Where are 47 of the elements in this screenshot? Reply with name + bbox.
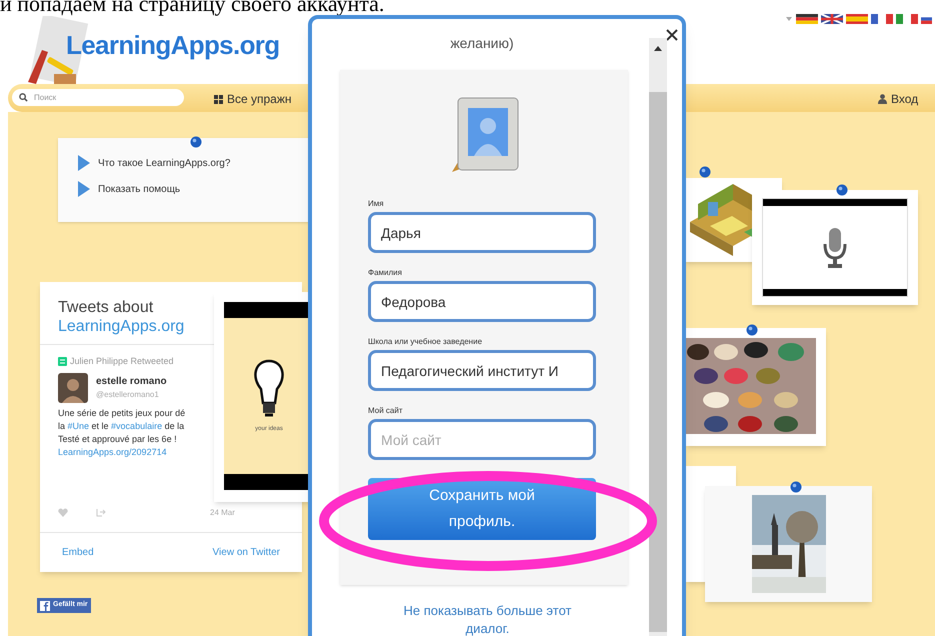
tweet-date: 24 Mar bbox=[210, 506, 235, 518]
dismiss-link[interactable]: Не показывать больше этот диалог. bbox=[380, 602, 595, 636]
retweet-icon bbox=[58, 357, 67, 366]
nav-item[interactable]: Все упражн bbox=[227, 90, 292, 108]
triangle-icon bbox=[78, 155, 90, 171]
microphone-icon bbox=[823, 228, 847, 268]
text-field[interactable]: Федорова bbox=[368, 281, 596, 322]
close-icon[interactable] bbox=[666, 29, 678, 41]
language-flags[interactable] bbox=[786, 14, 932, 24]
field-label: Фамилия bbox=[368, 267, 403, 279]
pin-icon bbox=[836, 184, 848, 196]
text-field[interactable]: Педагогический институт И bbox=[368, 350, 596, 391]
user-icon bbox=[878, 94, 887, 104]
triangle-icon bbox=[78, 181, 90, 197]
help-link[interactable]: Что такое LearningApps.org? bbox=[98, 156, 230, 170]
field-label: Школа или учебное заведение bbox=[368, 336, 484, 348]
search-icon bbox=[19, 93, 28, 102]
tweet-link[interactable]: #vocabulaire bbox=[111, 420, 162, 430]
scroll-up-icon[interactable] bbox=[654, 46, 662, 51]
pin-icon bbox=[790, 481, 802, 493]
text-field[interactable]: Дарья bbox=[368, 212, 596, 253]
pin-icon bbox=[746, 324, 758, 336]
tweet-link[interactable]: #Une bbox=[68, 420, 90, 430]
field-label: Мой сайт bbox=[368, 405, 404, 417]
author-handle: @estelleromano1 bbox=[96, 389, 160, 401]
avatar bbox=[58, 372, 88, 402]
tweet-link[interactable]: LearningApps.org/2092714 bbox=[58, 446, 167, 456]
view-on-twitter-link[interactable]: View on Twitter bbox=[212, 545, 280, 560]
tweets-title-link[interactable]: LearningApps.org bbox=[58, 317, 184, 336]
help-link[interactable]: Показать помощь bbox=[98, 182, 180, 196]
lightbulb-icon bbox=[251, 358, 287, 418]
text-field[interactable]: Мой сайт bbox=[368, 419, 596, 460]
logo-text[interactable]: LearningApps.org bbox=[66, 26, 280, 65]
pin-icon bbox=[190, 136, 202, 148]
grid-icon bbox=[214, 94, 223, 104]
author-name[interactable]: estelle romano bbox=[96, 374, 167, 389]
field-label: Имя bbox=[368, 198, 385, 210]
tweets-title: Tweets about bbox=[58, 298, 154, 317]
embed-link[interactable]: Embed bbox=[62, 545, 94, 560]
login-link[interactable]: Вход bbox=[891, 90, 918, 108]
pin-icon bbox=[699, 166, 711, 178]
document-caption: и попадаем на страницу своего аккаунта. bbox=[0, 0, 384, 16]
retweet-note: Julien Philippe Retweeted bbox=[70, 355, 174, 368]
facebook-icon bbox=[40, 600, 50, 610]
search-field[interactable]: Поиск bbox=[12, 89, 184, 106]
scrollbar[interactable] bbox=[649, 38, 667, 636]
dialog-heading: желанию) bbox=[449, 34, 515, 53]
